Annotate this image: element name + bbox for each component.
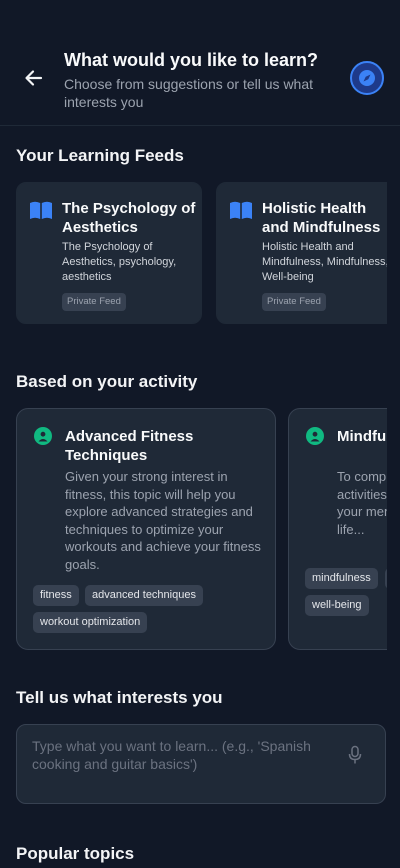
topic-tag[interactable]: well-being [305,595,369,616]
compass-icon [359,70,375,86]
feed-title: The Psychology of Aesthetics [62,200,196,236]
topic-tag[interactable]: advanced techniques [85,585,203,606]
microphone-icon [348,745,362,764]
arrow-left-icon [25,70,43,86]
user-icon [34,427,52,445]
section-title-popular: Popular topics [16,844,135,863]
interest-input-container [16,724,386,804]
private-feed-badge: Private Feed [62,293,126,311]
suggestion-title: Mindfulness and Fitness [337,428,387,445]
section-title-learning-feeds: Your Learning Feeds [16,146,184,165]
section-title-interests: Tell us what interests you [16,688,223,707]
topic-tag[interactable]: mindfulness [305,568,378,589]
topic-tag[interactable]: fitness [33,585,79,606]
feed-description: The Psychology of Aesthetics, psychology… [62,241,177,283]
learning-feeds-carousel[interactable]: The Psychology of Aesthetics The Psychol… [16,182,387,326]
suggestion-title: Advanced Fitness Techniques [65,428,194,464]
interest-input[interactable] [32,737,342,787]
feed-card[interactable]: The Psychology of Aesthetics The Psychol… [16,182,202,324]
suggestion-card[interactable]: Mindfulness and Fitness To complement yo… [288,408,387,650]
feed-description: Holistic Health and Mindfulness, Mindful… [262,241,387,283]
topic-tag[interactable] [385,568,387,589]
suggestion-description: Given your strong interest in fitness, t… [65,469,261,572]
private-feed-badge: Private Feed [262,293,326,311]
activity-suggestions-carousel[interactable]: Advanced Fitness Techniques Given your s… [16,408,387,651]
page-title: What would you like to learn? [64,50,319,70]
back-button[interactable] [22,66,46,90]
feed-title: Holistic Health and Mindfulness [262,200,381,236]
user-icon [306,427,324,445]
section-title-activity: Based on your activity [16,372,198,391]
topic-tag[interactable]: workout optimization [33,612,148,633]
feed-card[interactable]: Holistic Health and Mindfulness Holistic… [216,182,387,324]
microphone-button[interactable] [347,745,363,765]
explore-button[interactable] [350,61,384,95]
suggestion-description: To complement your fitness activities, m… [337,469,387,537]
page-subtitle: Choose from suggestions or tell us what … [64,76,314,110]
suggestion-card[interactable]: Advanced Fitness Techniques Given your s… [16,408,276,650]
page-header: What would you like to learn? Choose fro… [0,0,400,126]
book-open-icon [230,201,252,219]
book-open-icon [30,201,52,219]
